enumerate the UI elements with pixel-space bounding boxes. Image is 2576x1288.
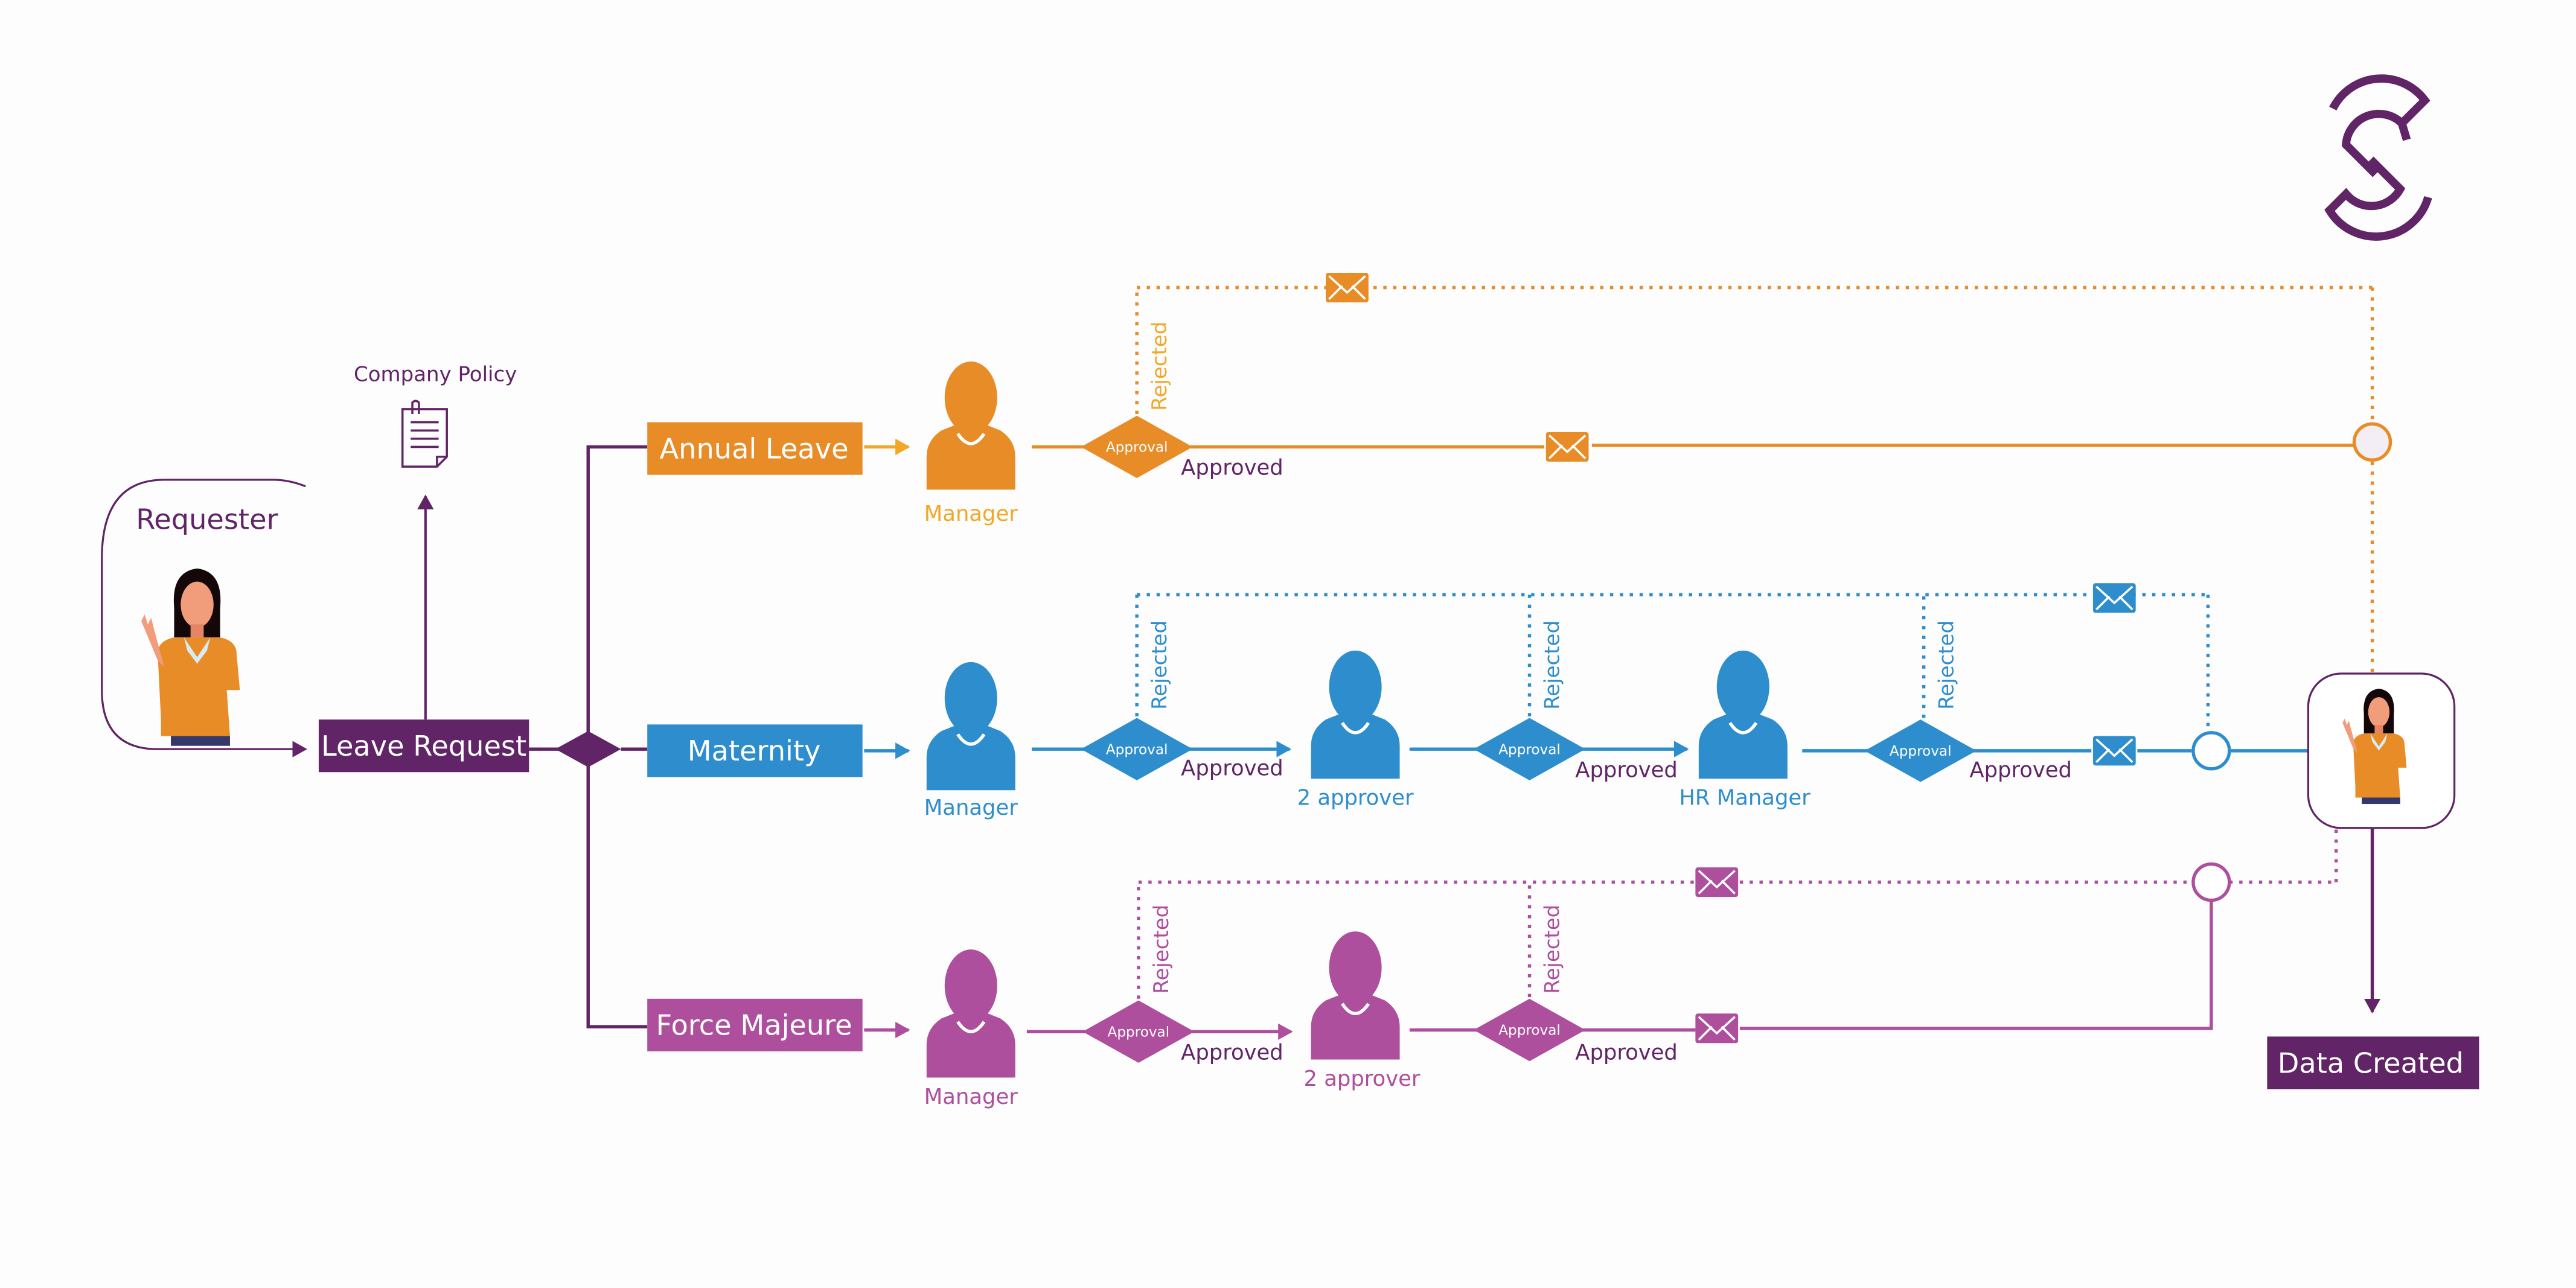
envelope-icon [2092,735,2137,767]
annual-leave-label: Annual Leave [660,432,849,465]
second-approver-person-icon [1311,931,1400,1059]
rejected-label: Rejected [1541,905,1565,994]
maternity-second-approver-label: 2 approver [1297,786,1414,811]
force-second-approver-label: 2 approver [1304,1066,1421,1091]
approved-label: Approved [1575,757,1678,782]
requester-node[interactable]: Requester [101,479,307,757]
approved-label: Approved [1181,1040,1283,1065]
approval-gateway-label: Approval [1498,1023,1561,1039]
lane-force-majeure: Force Majeure Manager Approval Approved … [647,829,2338,1109]
maternity-hr-manager-label: HR Manager [1679,786,1811,811]
envelope-icon [1694,866,1739,898]
data-created-node[interactable]: Data Created [2267,1036,2479,1089]
flow-line [1739,900,2213,1030]
approved-label: Approved [1181,456,1283,480]
event-circle [2191,731,2231,771]
envelope-icon [2092,582,2137,614]
requester-label: Requester [136,503,278,536]
rejected-label: Rejected [1148,322,1172,411]
envelope-icon [1694,1012,1739,1045]
leave-workflow-diagram: Requester Company Policy Leave Request A… [101,74,2479,1109]
approval-gateway-label: Approval [1890,744,1952,759]
approved-label: Approved [1181,756,1283,781]
hr-employee-node[interactable] [2307,672,2456,829]
manager-person-icon [927,662,1015,790]
maternity-manager-label: Manager [924,795,1018,820]
company-policy-node[interactable]: Company Policy [354,363,517,720]
approval-gateway-label: Approval [1106,440,1168,456]
document-icon [401,400,448,468]
leave-request-node[interactable]: Leave Request [318,719,529,773]
company-logo-icon [2324,74,2432,241]
annual-manager-label: Manager [924,502,1018,526]
approval-gateway-label: Approval [1106,742,1168,757]
lane-annual-leave: Annual Leave Manager Approval Approved R… [647,272,2392,674]
event-circle [2191,862,2231,902]
hr-manager-person-icon [1699,651,1788,779]
envelope-icon [1325,272,1370,304]
rejected-label: Rejected [1935,620,1959,710]
approved-label: Approved [1969,757,2072,782]
force-manager-label: Manager [924,1085,1018,1109]
manager-person-icon [927,949,1015,1077]
leave-request-label: Leave Request [321,730,526,762]
manager-person-icon [927,362,1015,489]
approval-gateway-label: Approval [1498,742,1561,757]
data-created-label: Data Created [2278,1047,2464,1079]
force-majeure-label: Force Majeure [656,1009,852,1042]
requester-avatar [141,568,240,746]
maternity-label: Maternity [688,735,821,767]
approval-gateway-label: Approval [1108,1024,1170,1040]
second-approver-person-icon [1311,651,1400,779]
rejected-label: Rejected [1148,620,1172,710]
company-policy-label: Company Policy [354,363,517,387]
lane-maternity: Maternity Manager Approval Approved Reje… [647,582,2309,820]
rejected-label: Rejected [1149,905,1174,994]
event-circle [2352,422,2392,462]
rejected-label: Rejected [1541,620,1565,710]
approved-label: Approved [1575,1040,1678,1065]
envelope-icon [1544,431,1590,463]
